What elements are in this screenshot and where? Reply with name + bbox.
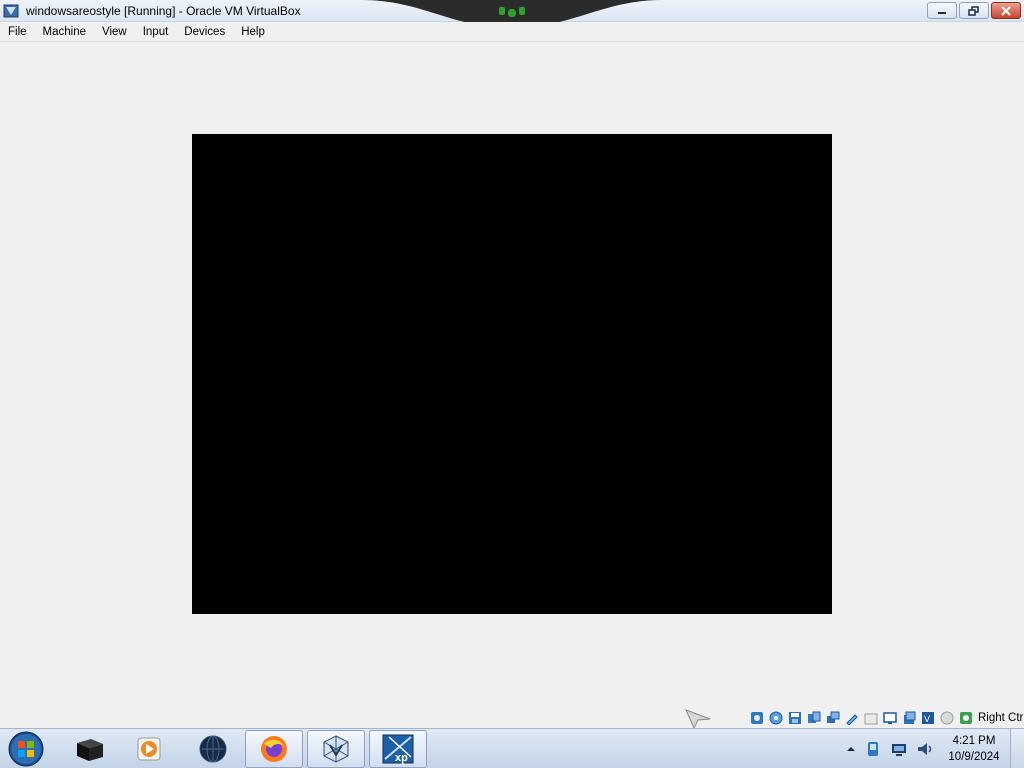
minimize-button[interactable] [927, 2, 957, 19]
menu-file[interactable]: File [3, 22, 32, 42]
taskbar-app-box[interactable] [60, 730, 118, 768]
show-desktop-button[interactable] [1010, 729, 1024, 768]
status-bar: V Right Ctrl [748, 709, 1024, 727]
hard-disk-icon[interactable] [748, 710, 766, 726]
virtualization-icon[interactable]: V [919, 710, 937, 726]
svg-text:V: V [924, 714, 930, 724]
clock-time: 4:21 PM [952, 735, 996, 747]
optical-drive-icon[interactable] [767, 710, 785, 726]
window-title: windowsareostyle [Running] - Oracle VM V… [26, 4, 301, 18]
restore-button[interactable] [959, 2, 989, 19]
start-button[interactable] [6, 730, 46, 768]
taskbar-app-globe[interactable] [184, 730, 242, 768]
notification-area [846, 729, 934, 768]
close-icon [1001, 5, 1011, 16]
taskbar-app-firefox[interactable] [245, 730, 303, 768]
dark-globe-icon [199, 735, 227, 763]
clock-date: 10/9/2024 [948, 751, 1000, 763]
tray-app-icon[interactable] [864, 740, 882, 758]
floppy-icon[interactable] [786, 710, 804, 726]
restore-icon [968, 5, 979, 16]
black-box-icon [77, 739, 103, 761]
taskbar-app-media-player[interactable] [120, 730, 178, 768]
taskbar-app-windows-xp[interactable]: xp [369, 730, 427, 768]
menu-machine[interactable]: Machine [38, 22, 91, 42]
svg-text:xp: xp [395, 752, 408, 764]
menu-devices[interactable]: Devices [179, 22, 230, 42]
firefox-icon [261, 736, 287, 762]
close-button[interactable] [991, 2, 1021, 19]
volume-icon[interactable] [916, 740, 934, 758]
system-clock[interactable]: 4:21 PM 10/9/2024 [940, 733, 1008, 765]
minimize-icon [938, 11, 946, 14]
video-capture-icon[interactable] [900, 710, 918, 726]
network-icon[interactable] [824, 710, 842, 726]
mouse-pointer-icon [685, 709, 711, 730]
menu-view[interactable]: View [97, 22, 132, 42]
menu-bar: File Machine View Input Devices Help [0, 22, 1024, 42]
menu-input[interactable]: Input [138, 22, 174, 42]
host-key-label[interactable]: Right Ctrl [978, 712, 1024, 724]
tray-network-icon[interactable] [890, 740, 908, 758]
media-player-icon [137, 737, 161, 761]
taskbar: xp 4:21 PM 10/9/2024 [0, 728, 1024, 768]
title-bar[interactable]: windowsareostyle [Running] - Oracle VM V… [0, 0, 1024, 28]
taskbar-app-virtualbox[interactable] [307, 730, 365, 768]
usb-icon[interactable] [843, 710, 861, 726]
virtualbox-app-icon[interactable] [3, 3, 19, 19]
mouse-integration-icon[interactable] [957, 710, 975, 726]
shared-folders-icon[interactable] [862, 710, 880, 726]
display-icon[interactable] [881, 710, 899, 726]
virtualbox-icon [323, 735, 349, 763]
cpu-icon[interactable] [938, 710, 956, 726]
windows-xp-icon: xp [382, 734, 414, 764]
menu-help[interactable]: Help [236, 22, 270, 42]
show-hidden-icons-icon[interactable] [846, 744, 856, 754]
vm-display[interactable] [192, 134, 832, 614]
audio-icon[interactable] [805, 710, 823, 726]
